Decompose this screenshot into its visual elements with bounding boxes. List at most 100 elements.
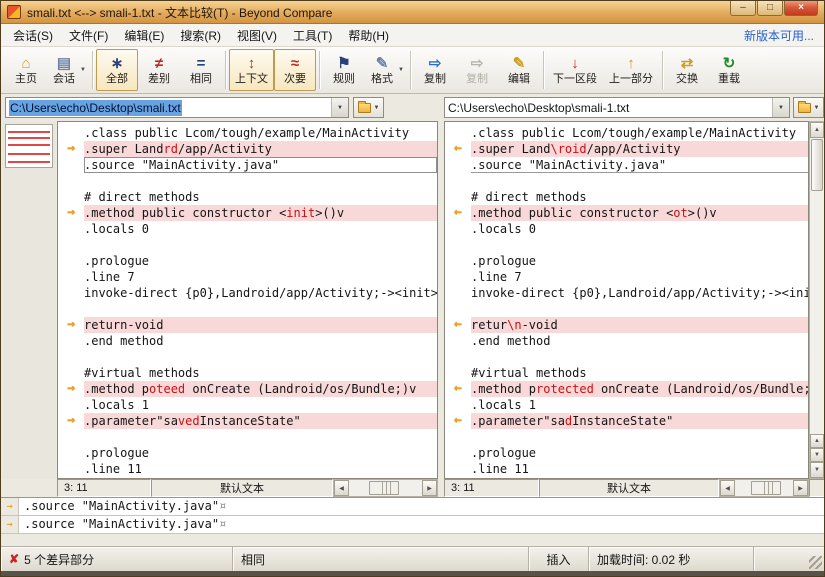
menu-edit[interactable]: 编辑(E) bbox=[116, 24, 172, 47]
code-line[interactable]: →.super Landrd/app/Activity bbox=[58, 141, 437, 157]
code-line[interactable] bbox=[445, 429, 808, 445]
right-hscroll-track[interactable] bbox=[735, 480, 793, 496]
code-line[interactable]: .source "MainActivity.java" bbox=[58, 157, 437, 173]
code-line[interactable]: →.parameter"savedInstanceState" bbox=[58, 413, 437, 429]
right-hscroll-thumb[interactable] bbox=[751, 481, 781, 495]
code-line[interactable]: .prologue bbox=[58, 445, 437, 461]
copy-to-right-button[interactable]: ⇨复制 bbox=[414, 49, 456, 91]
ignore-unimportant-button[interactable]: ≈次要 bbox=[274, 49, 316, 91]
code-line[interactable] bbox=[445, 173, 808, 189]
next-diff-icon[interactable]: ▼ bbox=[810, 448, 824, 462]
code-line[interactable] bbox=[445, 237, 808, 253]
code-line[interactable]: .locals 0 bbox=[58, 221, 437, 237]
code-line[interactable]: .end method bbox=[58, 333, 437, 349]
code-line[interactable]: invoke-direct {p0},Landroid/app/Activity… bbox=[445, 285, 808, 301]
maximize-button[interactable]: □ bbox=[757, 1, 783, 16]
code-line[interactable]: →.method public constructor <init>()v bbox=[58, 205, 437, 221]
sessions-button[interactable]: ▤会话▼ bbox=[47, 49, 89, 91]
code-line[interactable] bbox=[58, 429, 437, 445]
prev-section-button[interactable]: ↑上一部分 bbox=[603, 49, 659, 91]
menu-tools[interactable]: 工具(T) bbox=[285, 24, 340, 47]
code-line[interactable]: invoke-direct {p0},Landroid/app/Activity… bbox=[58, 285, 437, 301]
scroll-down-icon[interactable]: ▼ bbox=[810, 462, 824, 478]
left-hscroll-track[interactable] bbox=[349, 480, 422, 496]
code-line[interactable]: # direct methods bbox=[58, 189, 437, 205]
code-line[interactable]: .class public Lcom/tough/example/MainAct… bbox=[445, 125, 808, 141]
code-line[interactable]: .line 11 bbox=[445, 461, 808, 477]
home-button[interactable]: ⌂主页 bbox=[5, 49, 47, 91]
vertical-scrollbar[interactable]: ▲ ▲ ▼ ▼ bbox=[809, 121, 825, 479]
left-format-indicator[interactable]: 默认文本 bbox=[151, 479, 333, 497]
code-line[interactable] bbox=[58, 301, 437, 317]
left-file-pane[interactable]: .class public Lcom/tough/example/MainAct… bbox=[57, 121, 438, 479]
right-horizontal-scrollbar[interactable]: ◀ ▶ bbox=[719, 479, 809, 497]
code-line[interactable]: .end method bbox=[445, 333, 808, 349]
code-line[interactable]: .locals 1 bbox=[445, 397, 808, 413]
menu-view[interactable]: 视图(V) bbox=[229, 24, 285, 47]
detail-line[interactable]: →.source "MainActivity.java"¤ bbox=[1, 498, 824, 516]
swap-button[interactable]: ⇄交换 bbox=[666, 49, 708, 91]
show-differences-button[interactable]: ≠差别 bbox=[138, 49, 180, 91]
close-button[interactable]: × bbox=[784, 1, 818, 16]
format-button[interactable]: ✎格式▼ bbox=[365, 49, 407, 91]
left-file-path-combo[interactable]: C:\Users\echo\Desktop\smali.txt ▼ bbox=[5, 97, 349, 118]
right-file-pane[interactable]: .class public Lcom/tough/example/MainAct… bbox=[444, 121, 809, 479]
scroll-up-icon[interactable]: ▲ bbox=[810, 122, 824, 138]
code-line[interactable]: →.super Land\roid/app/Activity bbox=[445, 141, 808, 157]
right-file-path-combo[interactable]: C:\Users\echo\Desktop\smali-1.txt ▼ bbox=[444, 97, 790, 118]
code-line[interactable]: →retur\n-void bbox=[445, 317, 808, 333]
dropdown-caret-icon[interactable]: ▼ bbox=[398, 67, 404, 73]
scroll-right-icon[interactable]: ▶ bbox=[793, 480, 808, 496]
next-section-button[interactable]: ↓下一区段 bbox=[547, 49, 603, 91]
scroll-left-icon[interactable]: ◀ bbox=[334, 480, 349, 496]
code-line[interactable]: →.method public constructor <ot>()v bbox=[445, 205, 808, 221]
left-hscroll-thumb[interactable] bbox=[369, 481, 399, 495]
reload-button[interactable]: ↻重载 bbox=[708, 49, 750, 91]
code-line[interactable]: .class public Lcom/tough/example/MainAct… bbox=[58, 125, 437, 141]
code-line[interactable]: →.method protected onCreate (Landroid/os… bbox=[445, 381, 808, 397]
code-line[interactable]: # direct methods bbox=[445, 189, 808, 205]
rules-button[interactable]: ⚑规则 bbox=[323, 49, 365, 91]
code-line[interactable] bbox=[58, 349, 437, 365]
scroll-right-icon[interactable]: ▶ bbox=[422, 480, 437, 496]
code-line[interactable]: .locals 1 bbox=[58, 397, 437, 413]
code-line[interactable]: #virtual methods bbox=[445, 365, 808, 381]
titlebar[interactable]: smali.txt <--> smali-1.txt - 文本比较(T) - B… bbox=[1, 1, 824, 24]
resize-grip-icon[interactable] bbox=[809, 556, 822, 569]
left-path-dropdown-icon[interactable]: ▼ bbox=[331, 98, 348, 117]
code-line[interactable]: →.method poteed onCreate (Landroid/os/Bu… bbox=[58, 381, 437, 397]
code-line[interactable]: .line 11 bbox=[58, 461, 437, 477]
detail-line[interactable]: →.source "MainActivity.java"¤ bbox=[1, 516, 824, 534]
code-line[interactable]: .line 7 bbox=[58, 269, 437, 285]
code-line[interactable]: .prologue bbox=[58, 253, 437, 269]
minimize-button[interactable]: – bbox=[730, 1, 756, 16]
vertical-scrollbar-thumb[interactable] bbox=[811, 139, 823, 191]
show-context-button[interactable]: ↕上下文 bbox=[229, 49, 274, 91]
left-horizontal-scrollbar[interactable]: ◀ ▶ bbox=[333, 479, 438, 497]
edit-button[interactable]: ✎编辑 bbox=[498, 49, 540, 91]
code-line[interactable]: .prologue bbox=[445, 253, 808, 269]
menu-help[interactable]: 帮助(H) bbox=[340, 24, 397, 47]
code-line[interactable]: #virtual methods bbox=[58, 365, 437, 381]
show-all-button[interactable]: ∗全部 bbox=[96, 49, 138, 91]
show-same-button[interactable]: =相同 bbox=[180, 49, 222, 91]
code-line[interactable]: →.parameter"sadInstanceState" bbox=[445, 413, 808, 429]
right-browse-button[interactable]: ▼ bbox=[793, 97, 824, 118]
code-line[interactable]: .line 7 bbox=[445, 269, 808, 285]
diff-map-thumbnail[interactable] bbox=[5, 124, 53, 168]
update-available-link[interactable]: 新版本可用... bbox=[744, 27, 814, 44]
code-line[interactable] bbox=[445, 349, 808, 365]
scroll-left-icon[interactable]: ◀ bbox=[720, 480, 735, 496]
code-line[interactable]: →return-void bbox=[58, 317, 437, 333]
vertical-scrollbar-track[interactable] bbox=[810, 192, 824, 434]
left-browse-button[interactable]: ▼ bbox=[353, 97, 384, 118]
code-line[interactable]: .source "MainActivity.java" bbox=[445, 157, 808, 173]
code-line[interactable]: .prologue bbox=[445, 445, 808, 461]
right-format-indicator[interactable]: 默认文本 bbox=[539, 479, 719, 497]
code-line[interactable] bbox=[445, 301, 808, 317]
dropdown-caret-icon[interactable]: ▼ bbox=[80, 67, 86, 73]
code-line[interactable] bbox=[58, 237, 437, 253]
right-path-dropdown-icon[interactable]: ▼ bbox=[772, 98, 789, 117]
code-line[interactable] bbox=[58, 173, 437, 189]
menu-file[interactable]: 文件(F) bbox=[61, 24, 116, 47]
